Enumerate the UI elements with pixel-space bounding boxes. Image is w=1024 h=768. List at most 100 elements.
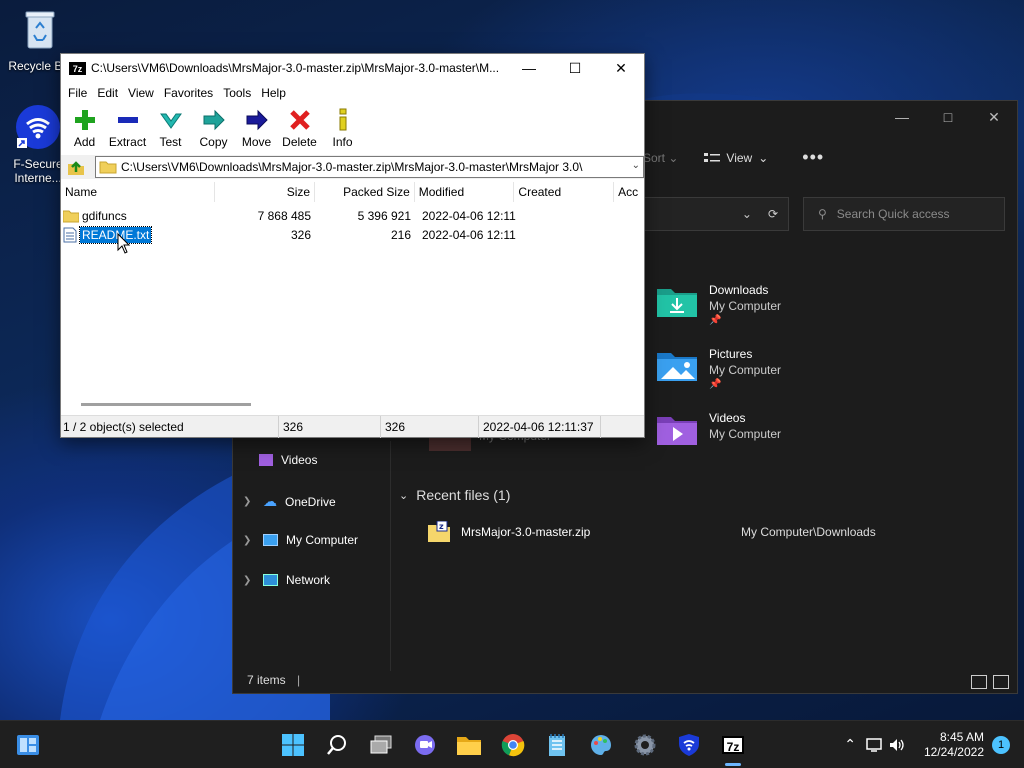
- pin-icon: 📌: [709, 315, 722, 326]
- file-name-cell: gdifuncs: [63, 209, 127, 223]
- paint-button[interactable]: [585, 729, 617, 761]
- shield-icon: [679, 734, 699, 756]
- file-name-cell: README.txt: [63, 225, 153, 244]
- menu-help[interactable]: Help: [256, 83, 291, 103]
- search-button[interactable]: [321, 729, 353, 761]
- f-secure-icon: [16, 105, 60, 149]
- widgets-button[interactable]: [12, 729, 44, 761]
- explorer-address-bar[interactable]: ⌄ ⟳: [643, 197, 789, 231]
- explorer-caption-buttons: — □ ✕: [879, 101, 1017, 133]
- maximize-button[interactable]: ☐: [552, 54, 598, 82]
- onedrive-icon: ☁: [263, 493, 277, 509]
- column-header-size[interactable]: Size: [215, 182, 316, 202]
- 7zip-logo-icon: 7z: [722, 736, 744, 754]
- 7zip-status-bar: 1 / 2 object(s) selected 326 326 2022-04…: [61, 415, 644, 438]
- videos-icon: [259, 454, 273, 466]
- gear-icon: [634, 734, 656, 756]
- search-input[interactable]: ⚲ Search Quick access: [803, 197, 1005, 231]
- view-button[interactable]: View ⌄: [704, 151, 768, 165]
- start-button[interactable]: [277, 729, 309, 761]
- up-folder-button[interactable]: [65, 156, 87, 178]
- task-view-icon: [370, 735, 392, 754]
- plus-icon: [74, 110, 95, 130]
- 7zip-window[interactable]: 7z C:\Users\VM6\Downloads\MrsMajor-3.0-m…: [60, 53, 645, 438]
- quick-access-downloads[interactable]: Downloads My Computer 📌: [655, 283, 781, 326]
- refresh-icon[interactable]: ⟳: [768, 207, 778, 221]
- move-arrow-icon: [246, 109, 268, 131]
- notification-badge[interactable]: 1: [992, 736, 1010, 754]
- chrome-icon: [501, 734, 525, 757]
- menu-tools[interactable]: Tools: [218, 83, 256, 103]
- column-header-created[interactable]: Created: [514, 182, 615, 202]
- chevron-up-icon[interactable]: ⌃: [844, 736, 856, 753]
- view-mode-toggles: [971, 675, 1009, 689]
- horizontal-scrollbar[interactable]: [81, 403, 251, 406]
- more-options-button[interactable]: •••: [802, 147, 824, 168]
- path-combobox[interactable]: C:\Users\VM6\Downloads\MrsMajor-3.0-mast…: [94, 156, 644, 178]
- menu-view[interactable]: View: [123, 83, 159, 103]
- file-name: gdifuncs: [82, 208, 127, 223]
- maximize-button[interactable]: □: [925, 101, 971, 133]
- column-header-packed-size[interactable]: Packed Size: [315, 182, 415, 202]
- volume-icon[interactable]: [888, 737, 906, 753]
- close-button[interactable]: ✕: [598, 54, 644, 82]
- copy-button[interactable]: Copy: [192, 104, 235, 152]
- menu-file[interactable]: File: [63, 83, 92, 103]
- nav-item-network[interactable]: ❯ Network: [243, 573, 330, 587]
- nav-label: Network: [286, 573, 331, 587]
- tiles-view-icon[interactable]: [993, 675, 1009, 689]
- column-header-accessed[interactable]: Acc: [614, 182, 644, 202]
- table-row[interactable]: gdifuncs 7 868 485 5 396 921 2022-04-06 …: [61, 206, 644, 225]
- task-view-button[interactable]: [365, 729, 397, 761]
- column-header-modified[interactable]: Modified: [415, 182, 515, 202]
- teams-chat-button[interactable]: [409, 729, 441, 761]
- tile-name: Pictures: [709, 347, 753, 361]
- chevron-down-icon[interactable]: ⌄: [742, 207, 752, 221]
- recent-file-row[interactable]: z MrsMajor-3.0-master.zip My Computer\Do…: [427, 521, 987, 543]
- nav-item-my-computer[interactable]: ❯ My Computer: [243, 533, 358, 547]
- add-button[interactable]: Add: [63, 104, 106, 152]
- 7zip-title-bar[interactable]: 7z C:\Users\VM6\Downloads\MrsMajor-3.0-m…: [61, 54, 644, 82]
- 7zip-taskbar-button[interactable]: 7z: [717, 729, 749, 766]
- delete-button[interactable]: Delete: [278, 104, 321, 152]
- chevron-down-icon[interactable]: ⌄: [632, 160, 640, 171]
- notepad-button[interactable]: [541, 729, 573, 761]
- details-view-icon[interactable]: [971, 675, 987, 689]
- table-row[interactable]: README.txt 326 216 2022-04-06 12:11: [61, 225, 644, 244]
- sort-button[interactable]: Sort ⌄: [643, 151, 678, 165]
- column-header-name[interactable]: Name: [61, 182, 216, 202]
- tool-label: Add: [73, 135, 96, 149]
- file-explorer-taskbar-button[interactable]: [453, 729, 485, 761]
- nav-label: My Computer: [286, 533, 359, 547]
- nav-item-onedrive[interactable]: ❯ ☁ OneDrive: [243, 493, 336, 510]
- window-title: C:\Users\VM6\Downloads\MrsMajor-3.0-mast…: [91, 61, 500, 75]
- minimize-button[interactable]: —: [506, 54, 552, 82]
- minus-icon: [117, 117, 138, 123]
- quick-access-videos[interactable]: Videos My Computer: [655, 411, 781, 447]
- quick-access-pictures[interactable]: Pictures My Computer 📌: [655, 347, 781, 390]
- nav-item-videos[interactable]: Videos: [259, 453, 317, 467]
- close-button[interactable]: ✕: [971, 101, 1017, 133]
- clock-date: 12/24/2022: [923, 745, 984, 759]
- move-button[interactable]: Move: [235, 104, 278, 152]
- modified-cell: 2022-04-06 12:11: [422, 208, 516, 223]
- extract-button[interactable]: Extract: [106, 104, 149, 152]
- settings-button[interactable]: [629, 729, 661, 761]
- chevron-right-icon[interactable]: ❯: [243, 535, 255, 546]
- f-secure-taskbar-button[interactable]: [673, 729, 705, 761]
- folder-icon: [63, 210, 79, 222]
- test-button[interactable]: Test: [149, 104, 192, 152]
- folder-icon: [457, 737, 481, 755]
- selection-status: 1 / 2 object(s) selected: [61, 416, 279, 438]
- tile-name: Downloads: [709, 283, 769, 297]
- recent-files-header[interactable]: ⌄ Recent files (1): [399, 487, 510, 503]
- menu-favorites[interactable]: Favorites: [159, 83, 218, 103]
- chrome-button[interactable]: [497, 729, 529, 761]
- menu-edit[interactable]: Edit: [92, 83, 123, 103]
- clock[interactable]: 8:45 AM 12/24/2022: [924, 730, 984, 760]
- info-button[interactable]: Info: [321, 104, 364, 152]
- minimize-button[interactable]: —: [879, 101, 925, 133]
- network-status-icon[interactable]: [866, 737, 884, 753]
- chevron-right-icon[interactable]: ❯: [243, 496, 255, 507]
- chevron-right-icon[interactable]: ❯: [243, 575, 255, 586]
